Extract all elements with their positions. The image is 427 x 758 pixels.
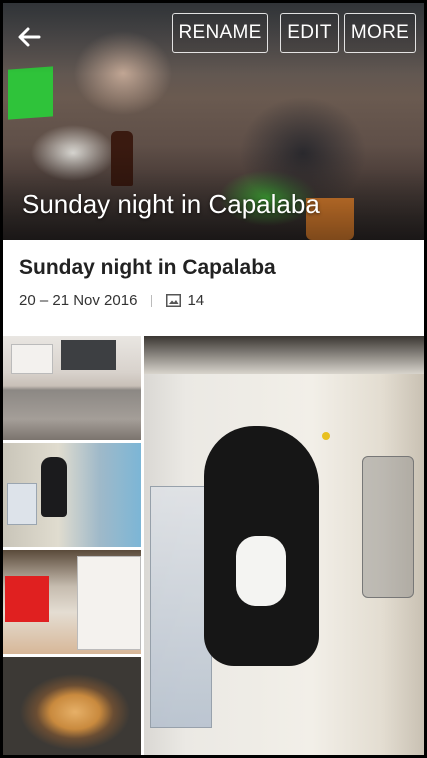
thumb-cat bbox=[41, 457, 67, 517]
photo-thumbnail-cat-cupboard[interactable] bbox=[144, 336, 424, 755]
photo-thumbnail-kitchen[interactable] bbox=[3, 336, 141, 440]
thumb-rangehood bbox=[61, 340, 116, 370]
photo-grid bbox=[3, 336, 424, 755]
album-date-range: 20 – 21 Nov 2016 bbox=[19, 292, 138, 309]
album-title: Sunday night in Capalaba bbox=[19, 256, 276, 279]
back-button[interactable] bbox=[13, 21, 45, 53]
hero-album-title: Sunday night in Capalaba bbox=[22, 189, 320, 219]
thumb-plastic-container bbox=[150, 486, 212, 728]
thumb-red-cloth bbox=[5, 576, 49, 622]
edit-button[interactable]: EDIT bbox=[280, 13, 339, 53]
more-button[interactable]: MORE bbox=[344, 13, 416, 53]
thumb-jug bbox=[362, 456, 414, 598]
rename-button[interactable]: RENAME bbox=[172, 13, 268, 53]
thumb-fridge bbox=[77, 556, 141, 650]
thumb-container bbox=[7, 483, 37, 525]
album-info: Sunday night in Capalaba 20 – 21 Nov 201… bbox=[3, 240, 424, 336]
thumb-cabinet bbox=[11, 344, 53, 374]
image-icon bbox=[166, 294, 182, 307]
album-cover-image: RENAME EDIT MORE Sunday night in Capalab… bbox=[3, 3, 424, 240]
thumb-cat-chest bbox=[236, 536, 286, 606]
thumb-cat-eye bbox=[322, 432, 330, 440]
arrow-back-icon bbox=[18, 27, 41, 47]
meta-divider bbox=[151, 294, 153, 307]
album-image-count: 14 bbox=[187, 292, 205, 309]
album-view: RENAME EDIT MORE Sunday night in Capalab… bbox=[3, 3, 424, 755]
photo-thumbnail-pancake[interactable] bbox=[3, 657, 141, 755]
photo-thumbnail-fridge[interactable] bbox=[3, 550, 141, 654]
album-meta: 20 – 21 Nov 2016 14 bbox=[19, 292, 204, 309]
thumb-shelf bbox=[144, 336, 424, 374]
photo-thumbnail-cat[interactable] bbox=[3, 443, 141, 547]
